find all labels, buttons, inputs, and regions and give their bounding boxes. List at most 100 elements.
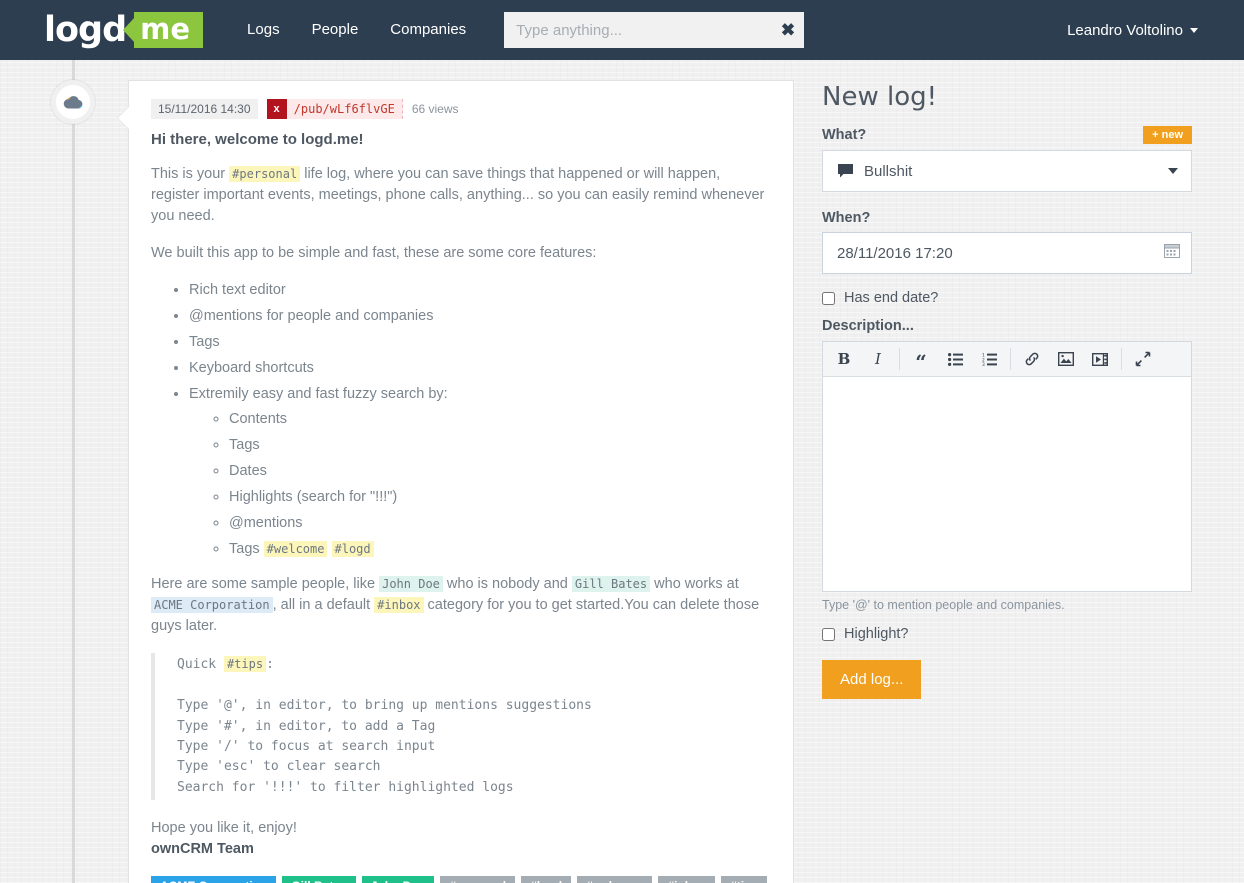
inline-tag-personal[interactable]: #personal xyxy=(229,166,301,182)
category-select[interactable]: Bullshit xyxy=(822,150,1192,192)
category-value: Bullshit xyxy=(864,162,913,180)
unpublish-button[interactable]: x xyxy=(266,99,287,119)
mention-john-doe[interactable]: John Doe xyxy=(379,576,443,593)
calendar-icon[interactable] xyxy=(1164,243,1180,263)
sample-text-b: who is nobody and xyxy=(442,576,572,593)
comment-icon xyxy=(838,164,853,178)
sample-text-a: Here are some sample people, like xyxy=(151,576,380,593)
italic-icon[interactable]: I xyxy=(861,343,895,376)
when-label: When? xyxy=(822,210,871,226)
brand-me-badge: me xyxy=(134,11,204,49)
mention-acme-corporation[interactable]: ACME Corporation xyxy=(151,597,273,614)
editor-toolbar: B I “ 1 2 3 xyxy=(823,342,1191,377)
link-icon[interactable] xyxy=(1015,343,1049,376)
user-menu[interactable]: Leandro Voltolino xyxy=(1067,22,1198,39)
log-closing: Hope you like it, enjoy! xyxy=(151,820,297,837)
has-end-date-row: Has end date? xyxy=(822,290,1192,306)
highlight-row: Highlight? xyxy=(822,626,1192,642)
chip-logd[interactable]: #logd xyxy=(521,876,572,883)
list-item: Extremily easy and fast fuzzy search by:… xyxy=(189,384,771,560)
inline-tag-tips[interactable]: #tips xyxy=(223,656,267,673)
chip-personal[interactable]: #personal xyxy=(440,876,516,883)
fullscreen-icon[interactable] xyxy=(1126,343,1160,376)
nav-link-logs[interactable]: Logs xyxy=(231,0,296,60)
has-end-date-checkbox[interactable] xyxy=(822,291,835,305)
list-item: Highlights (search for "!!!") xyxy=(229,487,771,508)
tips-body: Type '@', in editor, to bring up mention… xyxy=(177,698,592,795)
bold-icon[interactable]: B xyxy=(827,343,861,376)
nav-link-companies[interactable]: Companies xyxy=(374,0,482,60)
mention-gill-bates[interactable]: Gill Bates xyxy=(571,576,651,593)
navbar-right: Leandro Voltolino xyxy=(1067,22,1244,39)
log-bubble: 15/11/2016 14:30 x /pub/wLf6flvGE 66 vie… xyxy=(117,80,794,883)
svg-text:3: 3 xyxy=(982,362,985,366)
has-end-date-label[interactable]: Has end date? xyxy=(844,290,938,306)
search-input[interactable] xyxy=(504,12,805,48)
log-entry: 15/11/2016 14:30 x /pub/wLf6flvGE 66 vie… xyxy=(0,60,812,883)
tips-code-block: Quick #tips: Type '@', in editor, to bri… xyxy=(151,653,771,801)
when-date-input[interactable]: 28/11/2016 17:20 xyxy=(822,232,1192,274)
list-item: Dates xyxy=(229,461,771,482)
nav-link-people[interactable]: People xyxy=(296,0,375,60)
log-body: This is your #personal life log, where y… xyxy=(151,164,771,860)
add-log-button[interactable]: Add log... xyxy=(822,660,922,699)
search-clear-icon[interactable]: ✖ xyxy=(781,22,795,39)
log-paragraph-samples: Here are some sample people, like John D… xyxy=(151,574,771,637)
cloud-icon xyxy=(63,96,83,109)
list-item: @mentions xyxy=(229,513,771,534)
list-item-label: Extremily easy and fast fuzzy search by: xyxy=(189,386,448,403)
new-category-button[interactable]: + new xyxy=(1143,126,1192,144)
chip-gill-bates[interactable]: Gill Bates xyxy=(282,876,356,883)
toolbar-divider xyxy=(1121,348,1122,370)
search-sublist: Contents Tags Dates Highlights (search f… xyxy=(189,409,771,560)
toolbar-divider xyxy=(899,348,900,370)
bullet-list-icon[interactable] xyxy=(938,343,972,376)
inline-tag-welcome[interactable]: #welcome xyxy=(263,541,328,558)
chip-inbox[interactable]: #inbox xyxy=(658,876,716,883)
video-icon[interactable] xyxy=(1083,343,1117,376)
brand-me-text: me xyxy=(134,11,204,49)
numbered-list-icon[interactable]: 1 2 3 xyxy=(972,343,1006,376)
views-count: 66 views xyxy=(411,102,459,116)
panel-title: New log! xyxy=(822,82,938,112)
log-meta: 15/11/2016 14:30 x /pub/wLf6flvGE 66 vie… xyxy=(151,99,771,119)
image-icon[interactable] xyxy=(1049,343,1083,376)
chip-welcome[interactable]: #welcome xyxy=(577,876,653,883)
public-link-chip: x /pub/wLf6flvGE xyxy=(266,99,403,119)
what-field-row: What? + new xyxy=(822,126,1192,144)
editor-hint: Type '@' to mention people and companies… xyxy=(822,598,1065,612)
highlight-label[interactable]: Highlight? xyxy=(844,626,909,642)
quote-icon[interactable]: “ xyxy=(904,343,938,376)
tips-head-b: : xyxy=(266,657,274,673)
chip-acme-corporation[interactable]: ACME Corporation xyxy=(151,876,277,883)
log-feed: 15/11/2016 14:30 x /pub/wLf6flvGE 66 vie… xyxy=(0,60,812,883)
intro-text-a: This is your xyxy=(151,166,230,182)
description-textarea[interactable] xyxy=(823,377,1191,591)
when-date-value: 28/11/2016 17:20 xyxy=(837,244,953,262)
chevron-down-icon xyxy=(1190,27,1198,33)
sample-text-d: , all in a default xyxy=(272,597,375,614)
list-item: Tags xyxy=(189,332,771,353)
brand-logo[interactable]: logd me xyxy=(44,0,204,60)
log-paragraph-features: We built this app to be simple and fast,… xyxy=(151,245,597,262)
list-item: Rich text editor xyxy=(189,280,771,301)
list-item: Keyboard shortcuts xyxy=(189,358,771,379)
highlight-checkbox[interactable] xyxy=(822,627,835,641)
chevron-down-icon xyxy=(1168,168,1178,174)
list-item: @mentions for people and companies xyxy=(189,306,771,327)
list-item: Contents xyxy=(229,409,771,430)
list-item: Tags #welcome #logd xyxy=(229,539,771,560)
log-signature: ownCRM Team xyxy=(151,841,254,858)
log-date: 15/11/2016 14:30 xyxy=(151,99,258,119)
toolbar-divider xyxy=(1010,348,1011,370)
log-chips-row: ACME Corporation Gill Bates John Doe #pe… xyxy=(151,876,771,883)
feature-list: Rich text editor @mentions for people an… xyxy=(151,280,771,560)
log-marker[interactable] xyxy=(51,80,95,124)
inline-tag-logd[interactable]: #logd xyxy=(331,541,374,558)
chip-john-doe[interactable]: John Doe xyxy=(361,876,435,883)
public-url[interactable]: /pub/wLf6flvGE xyxy=(286,99,403,119)
tips-head-a: Quick xyxy=(177,657,224,673)
log-paragraph-intro: This is your #personal life log, where y… xyxy=(151,164,771,227)
inline-tag-inbox[interactable]: #inbox xyxy=(374,597,424,614)
chip-tips[interactable]: #tips xyxy=(721,876,768,883)
